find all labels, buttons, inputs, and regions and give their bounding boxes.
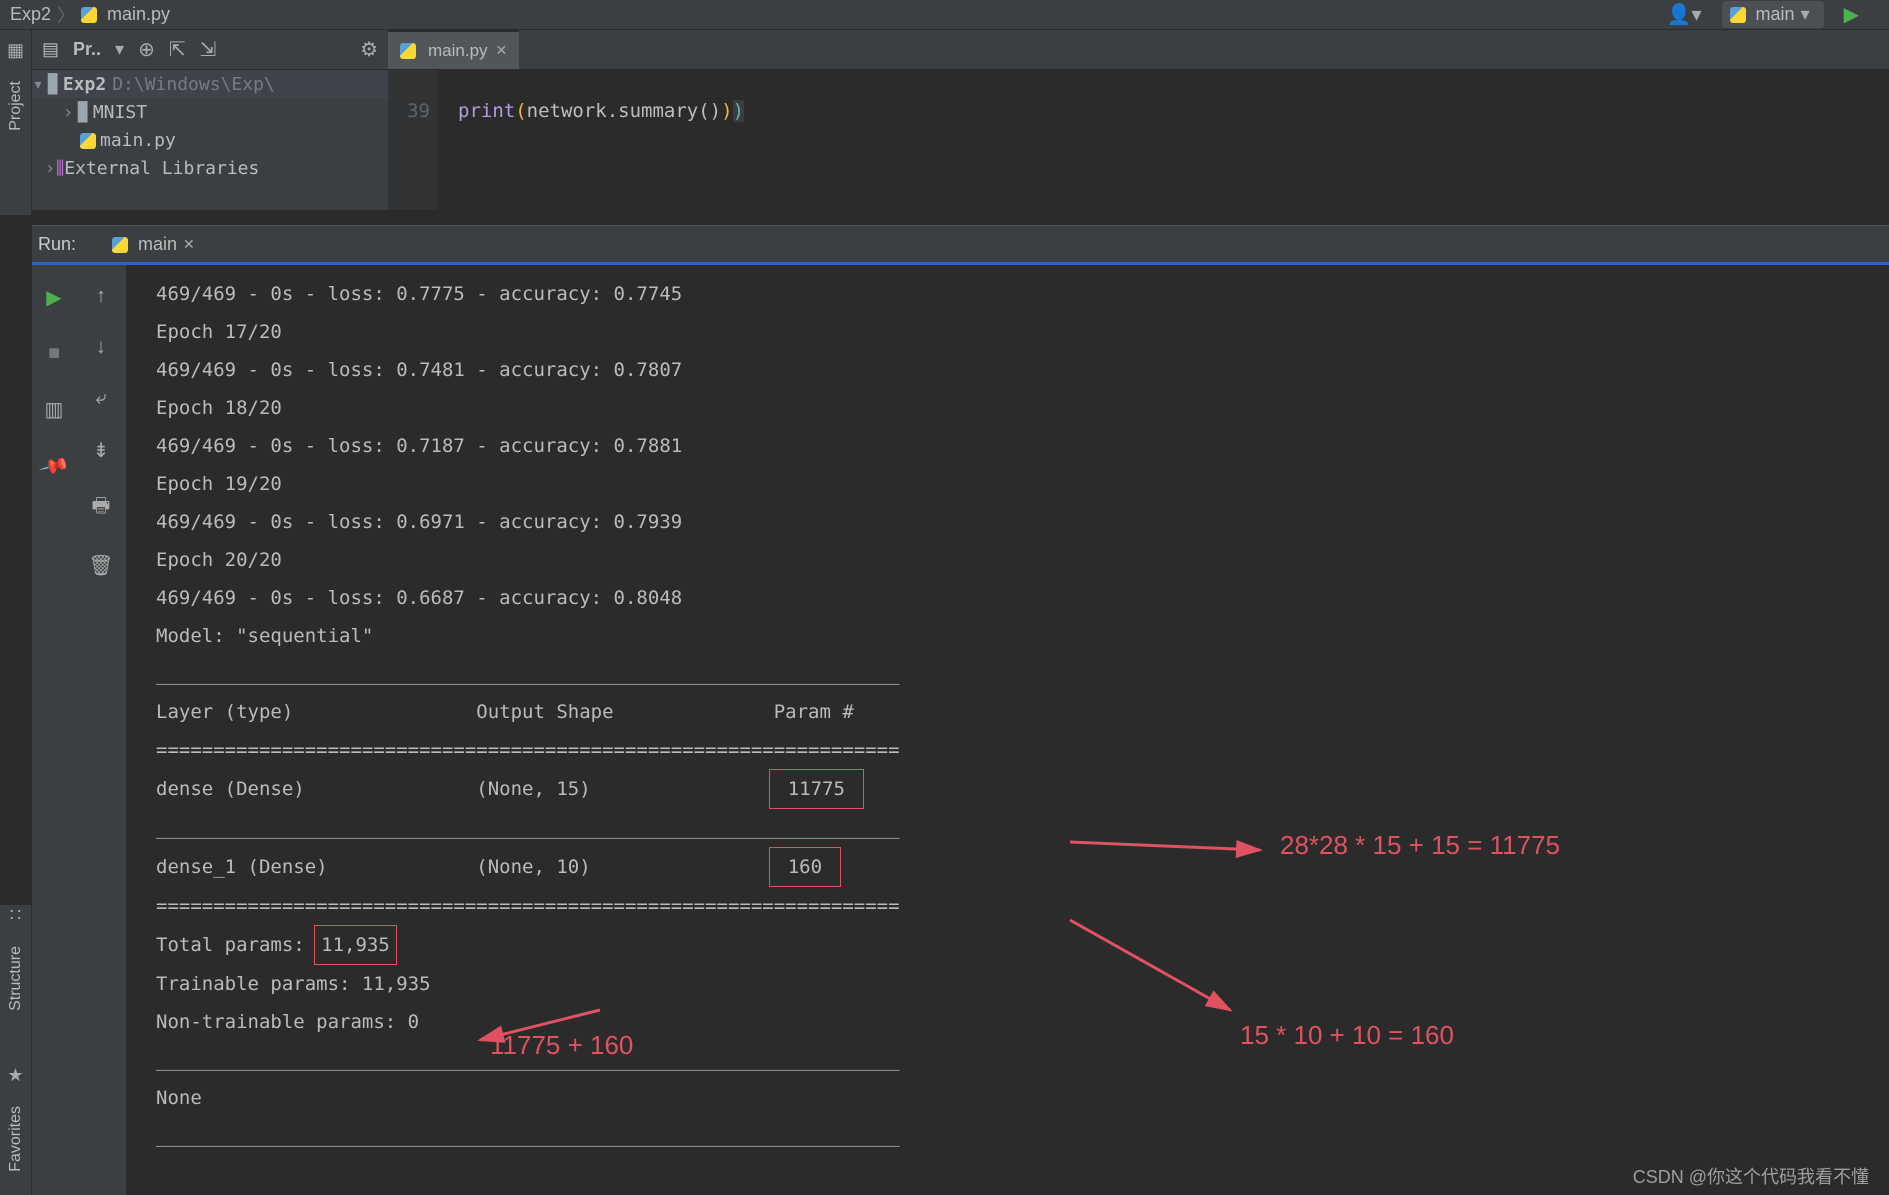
editor-tabs: main.py ✕ — [388, 30, 1889, 70]
editor[interactable]: 39 print(network.summary())) — [388, 70, 1889, 210]
console-line: dense (Dense) (None, 15) — [156, 778, 774, 800]
param-dense1: 160 — [769, 847, 841, 887]
line-number: 39 — [407, 100, 430, 122]
console-line: ________________________________________… — [156, 817, 900, 839]
python-icon — [400, 41, 420, 61]
code-text: network.summary() — [527, 100, 721, 122]
down-icon[interactable]: ↓ — [96, 336, 106, 359]
collapse-icon[interactable]: ⇲ — [200, 37, 217, 62]
param-dense: 11775 — [769, 769, 864, 809]
tool-window-structure[interactable]: ∷ Structure — [0, 905, 32, 1065]
project-tree[interactable]: ▾ ▉ Exp2 D:\Windows\Exp\ › ▉ MNIST main.… — [32, 70, 388, 210]
project-toolbar: ▤ Pr.. ▾ ⊕ ⇱ ⇲ ⚙ — [32, 30, 388, 70]
libraries-icon: ⫼ — [56, 158, 64, 179]
total-params: 11,935 — [314, 925, 397, 965]
console-line: ========================================… — [156, 739, 900, 761]
run-toolbar: ▶ ■ ▥ 📌 — [32, 265, 76, 1195]
print-icon[interactable]: 🖶 — [92, 491, 111, 525]
console-line: ________________________________________… — [156, 1049, 900, 1071]
console-line: ========================================… — [156, 895, 900, 917]
console-line: ________________________________________… — [156, 663, 900, 685]
run-config-name: main — [1756, 4, 1795, 25]
console-line: Epoch 20/20 — [156, 549, 282, 571]
tool-window-project[interactable]: ▦ Project — [0, 30, 32, 215]
console-line: Epoch 17/20 — [156, 321, 282, 343]
favorites-label: Favorites — [7, 1106, 25, 1172]
gear-icon[interactable]: ⚙ — [360, 37, 378, 62]
breadcrumb[interactable]: Exp2 〉 main.py — [10, 2, 170, 28]
console-line: 469/469 - 0s - loss: 0.6971 - accuracy: … — [156, 511, 682, 533]
run-toolbar-2: ↑ ↓ ⤶ ⇟ 🖶 🗑 — [76, 265, 126, 1195]
console-line: dense_1 (Dense) (None, 10) — [156, 856, 774, 878]
expand-icon[interactable]: ⇱ — [169, 37, 186, 62]
tree-root-path: D:\Windows\Exp\ — [112, 74, 275, 95]
console-line: 469/469 - 0s - loss: 0.7775 - accuracy: … — [156, 283, 682, 305]
console-line: Layer (type) Output Shape Param # — [156, 701, 888, 723]
tree-item-label: main.py — [100, 130, 176, 151]
tree-root-name: Exp2 — [63, 74, 106, 95]
folder-icon: ▤ — [42, 39, 59, 60]
pin-icon[interactable]: 📌 — [37, 449, 71, 483]
breadcrumb-sep: 〉 — [57, 2, 75, 28]
code-line[interactable]: print(network.summary())) — [438, 70, 744, 210]
keyword: print — [458, 100, 515, 122]
top-bar: Exp2 〉 main.py 👤▾ main ▾ ▶ — [0, 0, 1889, 30]
console-line: Model: "sequential" — [156, 625, 373, 647]
rerun-button[interactable]: ▶ — [46, 285, 61, 310]
console-line: 469/469 - 0s - loss: 0.7187 - accuracy: … — [156, 435, 682, 457]
editor-tab-label: main.py — [428, 41, 488, 61]
console-line: Trainable params: 11,935 — [156, 973, 431, 995]
console-line: Total params: — [156, 934, 316, 956]
scroll-end-icon[interactable]: ⇟ — [93, 438, 110, 463]
folder-icon: ▉ — [78, 102, 89, 123]
python-icon — [81, 4, 101, 25]
structure-label: Structure — [7, 946, 25, 1011]
chevron-down-icon: ▾ — [1801, 4, 1810, 25]
run-tab-label: main — [138, 234, 177, 255]
run-tab-main[interactable]: main ✕ — [102, 230, 205, 259]
close-icon[interactable]: ✕ — [183, 236, 195, 253]
console-line: 469/469 - 0s - loss: 0.7481 - accuracy: … — [156, 359, 682, 381]
console-line: Epoch 18/20 — [156, 397, 282, 419]
console-line: Epoch 19/20 — [156, 473, 282, 495]
python-icon — [1730, 4, 1750, 25]
chevron-down-icon[interactable]: ▾ — [115, 39, 124, 60]
tree-folder-mnist[interactable]: › ▉ MNIST — [32, 98, 388, 126]
stop-button[interactable]: ■ — [48, 342, 60, 365]
close-icon[interactable]: ✕ — [496, 42, 508, 59]
console-line: ________________________________________… — [156, 1125, 900, 1147]
run-button[interactable]: ▶ — [1844, 2, 1859, 27]
locate-icon[interactable]: ⊕ — [138, 37, 155, 62]
run-config-selector[interactable]: main ▾ — [1722, 1, 1824, 28]
console-line: None — [156, 1087, 202, 1109]
python-icon — [80, 130, 100, 151]
run-label: Run: — [32, 234, 102, 255]
breadcrumb-project[interactable]: Exp2 — [10, 4, 51, 25]
console-line: Non-trainable params: 0 — [156, 1011, 419, 1033]
watermark: CSDN @你这个代码我看不懂 — [1633, 1163, 1869, 1189]
soft-wrap-icon[interactable]: ⤶ — [95, 387, 106, 410]
breadcrumb-file[interactable]: main.py — [107, 4, 170, 25]
tree-file-main[interactable]: main.py — [32, 126, 388, 154]
tree-root[interactable]: ▾ ▉ Exp2 D:\Windows\Exp\ — [32, 70, 388, 98]
console-output[interactable]: 469/469 - 0s - loss: 0.7775 - accuracy: … — [126, 265, 1889, 1165]
tool-window-favorites[interactable]: ★ Favorites — [0, 1065, 32, 1195]
trash-icon[interactable]: 🗑 — [88, 553, 113, 578]
layout-button[interactable]: ▥ — [45, 397, 64, 422]
gutter: 39 — [388, 70, 438, 210]
tree-item-label: External Libraries — [64, 158, 259, 179]
up-icon[interactable]: ↑ — [96, 285, 106, 308]
editor-tab-main[interactable]: main.py ✕ — [388, 30, 519, 69]
python-icon — [112, 234, 132, 255]
user-icon[interactable]: 👤▾ — [1667, 2, 1702, 27]
console-line: 469/469 - 0s - loss: 0.6687 - accuracy: … — [156, 587, 682, 609]
tree-external-libraries[interactable]: › ⫼ External Libraries — [32, 154, 388, 182]
tree-item-label: MNIST — [93, 102, 147, 123]
project-label: Project — [7, 81, 25, 131]
run-toolwindow-bar: Run: main ✕ — [32, 225, 1889, 265]
project-tool-label[interactable]: Pr.. — [73, 39, 101, 60]
folder-icon: ▉ — [48, 74, 59, 95]
